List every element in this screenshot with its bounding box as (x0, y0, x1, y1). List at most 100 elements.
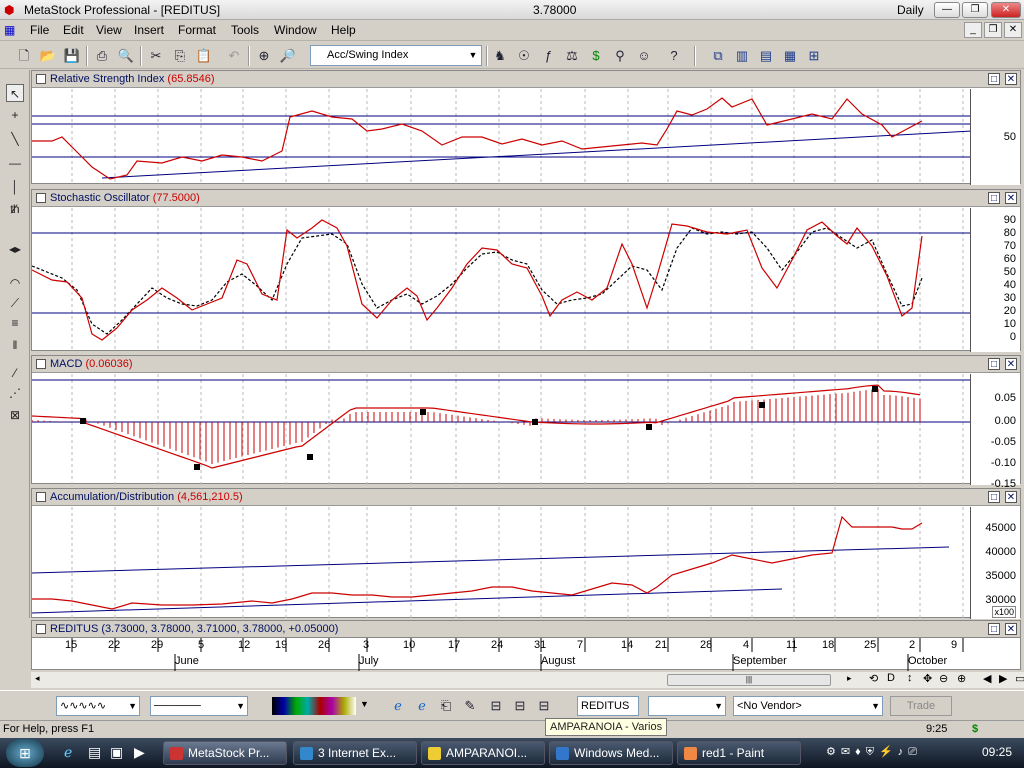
save-icon[interactable]: 💾 (62, 46, 82, 66)
time-zones-icon[interactable]: ‖ (6, 336, 24, 354)
cascade-icon[interactable]: ⧉ (708, 46, 728, 66)
dollar-icon[interactable]: $ (586, 46, 606, 66)
expert-advisor-icon[interactable]: ♞ (490, 46, 510, 66)
trendline-icon[interactable]: ╲ (6, 130, 24, 148)
refresh-icon[interactable]: ⟲ (869, 672, 878, 685)
pane-close-button[interactable]: ✕ (1005, 623, 1017, 635)
folder-quicklaunch-icon[interactable]: ▤ (88, 744, 101, 761)
task-paint[interactable]: red1 - Paint (677, 741, 801, 765)
pane-checkbox[interactable] (36, 193, 46, 203)
ie-icon[interactable]: ℯ (412, 696, 432, 716)
menu-view[interactable]: View (96, 23, 122, 37)
pane-close-button[interactable]: ✕ (1005, 358, 1017, 370)
print-icon[interactable]: ⎙ (92, 46, 112, 66)
prev-bar-icon[interactable]: ◀ (983, 672, 991, 685)
formula-icon[interactable]: ƒ (538, 46, 558, 66)
zoom-in-icon[interactable]: ⊕ (957, 672, 966, 685)
pane-maximize-button[interactable]: □ (988, 491, 1000, 503)
people-icon[interactable]: ☺ (634, 46, 654, 66)
next-bar-icon[interactable]: ▶ (999, 672, 1007, 685)
density-icon[interactable]: D (887, 672, 895, 684)
chevron-down-icon[interactable]: ▼ (360, 699, 369, 709)
menu-insert[interactable]: Insert (134, 23, 164, 37)
explorer-icon[interactable]: ☉ (514, 46, 534, 66)
task-metastock[interactable]: MetaStock Pr... (163, 741, 287, 765)
scroll-right-icon[interactable]: ▸ (847, 673, 852, 684)
app-icon[interactable]: ⬢ (4, 3, 14, 17)
fan-icon[interactable]: ⟋ (6, 294, 24, 312)
end-icon[interactable]: ▭ (1015, 672, 1024, 685)
pane-maximize-button[interactable]: □ (988, 623, 1000, 635)
fibonacci-icon[interactable]: ≡ (6, 314, 24, 332)
text-tool-icon[interactable]: ᵺ (6, 200, 24, 218)
new-icon[interactable]: 🗋 (14, 46, 34, 66)
trade-button[interactable]: Trade (890, 696, 952, 716)
task-windows-media[interactable]: Windows Med... (549, 741, 673, 765)
cut-icon[interactable]: ✂ (146, 46, 166, 66)
attach-icon[interactable]: ⎗ (436, 696, 456, 716)
task-amparanoia[interactable]: AMPARANOI... (421, 741, 545, 765)
pane-maximize-button[interactable]: □ (988, 73, 1000, 85)
context-help-icon[interactable]: ? (664, 46, 684, 66)
line-style-select[interactable]: ∿∿∿∿∿ ▼ (56, 696, 140, 716)
gann-fan-icon[interactable]: ⋰ (6, 384, 24, 402)
rsi-pane[interactable]: Relative Strength Index (65.8546) □ ✕ 50 (31, 70, 1021, 185)
media-quicklaunch-icon[interactable]: ▶ (134, 744, 145, 761)
doc-minimize-button[interactable]: _ (964, 22, 982, 38)
macd-pane[interactable]: MACD (0.06036) □ ✕ 0.05 0.00 -0.05 -0.10… (31, 355, 1021, 490)
layout-icon[interactable]: ⊟ (486, 696, 506, 716)
line-weight-select[interactable]: ────── ▼ (150, 696, 248, 716)
restore-button[interactable]: ❐ (962, 2, 988, 18)
tile-grid-icon[interactable]: ▦ (780, 46, 800, 66)
zoom-icon[interactable]: 🔎 (278, 46, 298, 66)
open-icon[interactable]: 📂 (38, 46, 58, 66)
copy-icon[interactable]: ⎘ (170, 46, 190, 66)
arrange-icon[interactable]: ⊞ (804, 46, 824, 66)
pane-maximize-button[interactable]: □ (988, 192, 1000, 204)
vendor-select[interactable]: <No Vendor> ▼ (733, 696, 883, 716)
print-preview-icon[interactable]: 🔍 (116, 46, 136, 66)
pane-close-button[interactable]: ✕ (1005, 73, 1017, 85)
close-button[interactable]: ✕ (991, 2, 1021, 18)
edit-note-icon[interactable]: ✎ (460, 696, 480, 716)
indicator-select[interactable]: Acc/Swing Index ▼ (310, 45, 482, 66)
vertical-line-icon[interactable]: │ (6, 178, 24, 196)
accumulation-distribution-pane[interactable]: Accumulation/Distribution (4,561,210.5) … (31, 488, 1021, 619)
security-select[interactable]: ▼ (648, 696, 726, 716)
color-palette[interactable] (272, 697, 356, 715)
ie-quicklaunch-icon[interactable]: ℯ (64, 744, 72, 761)
move-icon[interactable]: ✥ (923, 672, 932, 685)
scroll-left-icon[interactable]: ◂ (35, 673, 40, 684)
scroll-thumb[interactable]: ||| (667, 674, 831, 686)
horizontal-line-icon[interactable]: — (6, 154, 24, 172)
undo-icon[interactable]: ↶ (224, 46, 244, 66)
pane-close-button[interactable]: ✕ (1005, 491, 1017, 503)
desktop-quicklaunch-icon[interactable]: ▣ (110, 744, 123, 761)
pane-maximize-button[interactable]: □ (988, 358, 1000, 370)
ie-icon[interactable]: ℯ (388, 696, 408, 716)
channel-icon[interactable]: ⁄ (6, 364, 24, 382)
cycle-icon[interactable]: ◠ (6, 274, 24, 292)
crosshair-icon[interactable]: ⊕ (254, 46, 274, 66)
stochastic-pane[interactable]: Stochastic Oscillator (77.5000) □ ✕ 90 8… (31, 189, 1021, 352)
menu-help[interactable]: Help (331, 23, 356, 37)
arrows-icon[interactable]: ◂▸ (6, 240, 24, 258)
vertical-resize-icon[interactable]: ↕ (907, 672, 913, 684)
pane-checkbox[interactable] (36, 624, 46, 634)
layout-icon[interactable]: ⊟ (534, 696, 554, 716)
pane-checkbox[interactable] (36, 492, 46, 502)
menu-window[interactable]: Window (274, 23, 317, 37)
system-tester-icon[interactable]: ⚖ (562, 46, 582, 66)
pane-close-button[interactable]: ✕ (1005, 192, 1017, 204)
binoculars-icon[interactable]: ⚲ (610, 46, 630, 66)
price-pane[interactable]: REDITUS (3.73000, 3.78000, 3.71000, 3.78… (31, 620, 1021, 638)
menu-file[interactable]: File (30, 23, 49, 37)
doc-restore-button[interactable]: ❐ (984, 22, 1002, 38)
paste-icon[interactable]: 📋 (194, 46, 214, 66)
pane-checkbox[interactable] (36, 74, 46, 84)
doc-close-button[interactable]: ✕ (1004, 22, 1022, 38)
tile-horizontal-icon[interactable]: ▤ (756, 46, 776, 66)
minimize-button[interactable]: — (934, 2, 960, 18)
tile-vertical-icon[interactable]: ▥ (732, 46, 752, 66)
chart-scrollbar[interactable]: ◂ ||| ▸ ⟲ D ↕ ✥ ⊖ ⊕ ◀ ▶ ▭ (31, 672, 1024, 688)
